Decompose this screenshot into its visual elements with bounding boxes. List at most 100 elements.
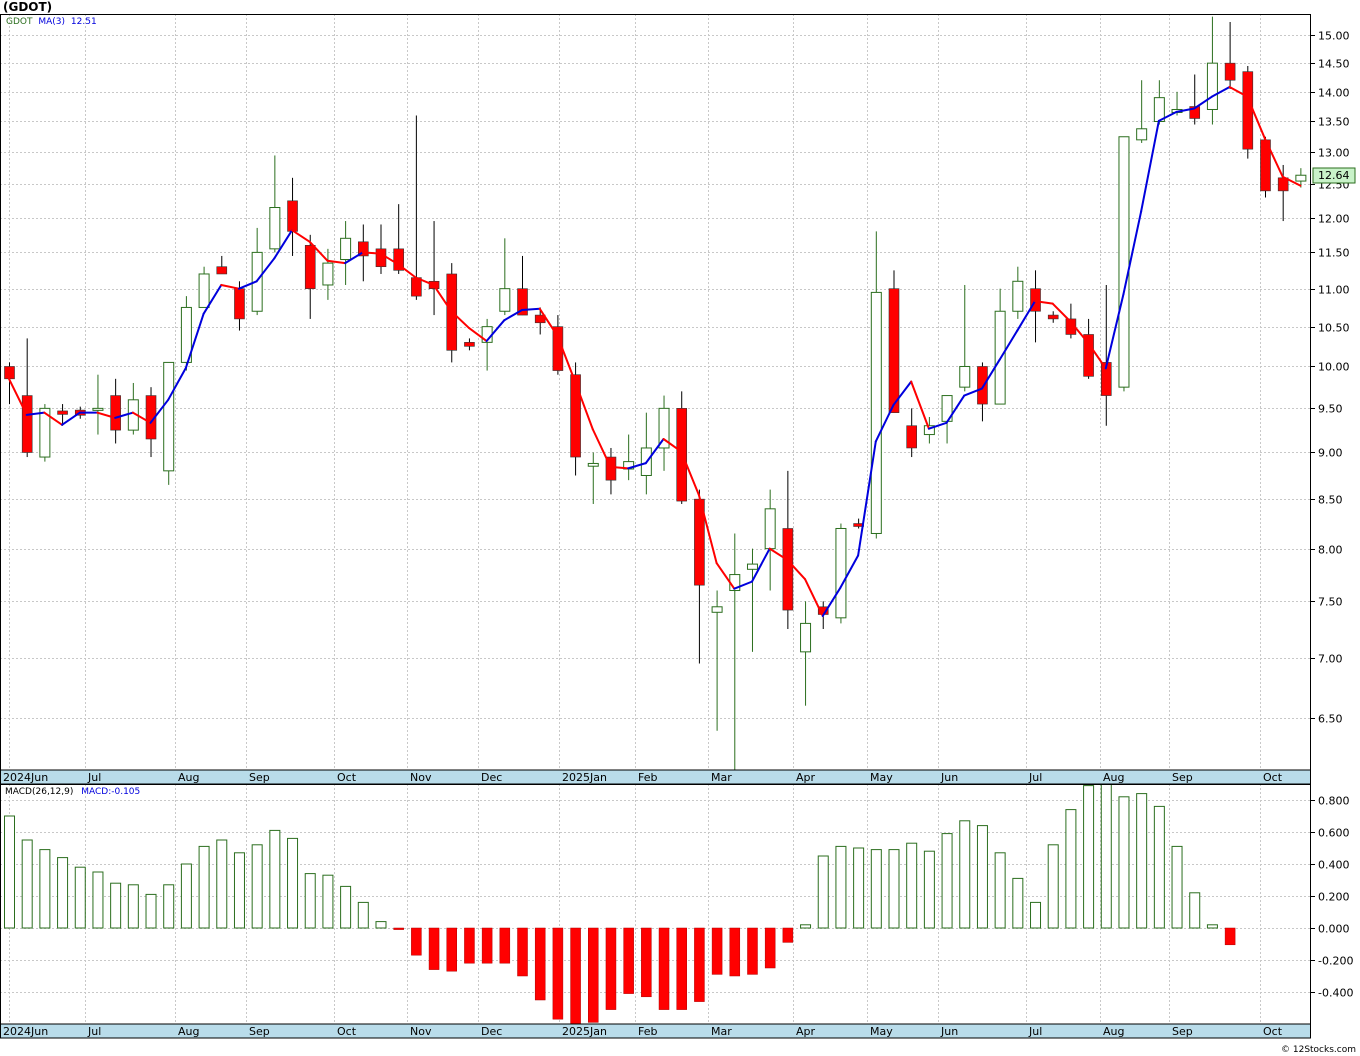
candle-body (1047, 314, 1059, 320)
macd-bar (39, 849, 51, 929)
x-axis-month-label: 2024Jun (3, 771, 48, 784)
macd-bar (658, 927, 670, 1010)
candle-body (163, 361, 175, 472)
x-axis-month-label: Aug (178, 771, 199, 784)
macd-bar (464, 927, 475, 964)
candle-body (1242, 71, 1254, 150)
macd-bar (269, 829, 281, 929)
macd-tick-label: 0.400 (1318, 859, 1350, 872)
macd-bar (110, 882, 122, 929)
candle-body (959, 365, 971, 388)
price-tick-label: 6.50 (1318, 713, 1343, 726)
price-tick-label: 15.00 (1318, 30, 1350, 43)
macd-bar (1153, 805, 1165, 929)
chart-title: (GDOT) (3, 0, 53, 14)
macd-bar (800, 924, 812, 929)
macd-bar (127, 884, 139, 929)
macd-bar (888, 849, 900, 929)
macd-bar (1012, 877, 1024, 929)
price-tick-label: 8.00 (1318, 544, 1343, 557)
macd-tick-label: 0.200 (1318, 891, 1350, 904)
macd-bar (517, 927, 528, 977)
x-axis-month-label: Oct (1263, 771, 1283, 784)
legend-ma-value: 12.51 (70, 17, 97, 27)
candle-body (110, 395, 121, 431)
macd-legend: MACD(26,12,9) MACD:-0.105 (5, 787, 140, 797)
macd-bar (676, 927, 687, 1010)
x-axis-month-label: Aug (178, 1025, 199, 1038)
macd-bar (906, 842, 918, 929)
macd-bar (304, 873, 316, 929)
macd-bar (216, 839, 228, 929)
macd-tick-label: -0.200 (1318, 955, 1353, 968)
macd-bar (605, 927, 617, 1010)
x-axis-month-label: Apr (796, 771, 816, 784)
x-axis-month-label: Sep (249, 771, 270, 784)
macd-bar (1065, 809, 1077, 929)
candle-body (977, 366, 988, 405)
candle-body (570, 374, 581, 458)
candle-body (800, 622, 812, 653)
candle-body (57, 410, 68, 415)
price-legend: GDOT MA(3) 12.51 (6, 17, 97, 27)
macd-bar (287, 837, 299, 929)
ma-segment (910, 380, 930, 430)
macd-bar (180, 863, 192, 929)
macd-tick-label: 0.800 (1318, 795, 1350, 808)
candle-body (1012, 280, 1024, 312)
macd-bar (941, 833, 953, 929)
candle-body (1295, 174, 1307, 182)
candle-body (234, 288, 245, 320)
candle-body (870, 291, 882, 534)
macd-bar (1206, 924, 1218, 929)
macd-bar (1100, 783, 1112, 929)
candle-body (304, 245, 316, 289)
candle-body (746, 563, 758, 570)
x-axis-month-label: Apr (796, 1025, 816, 1038)
macd-histogram (4, 783, 1236, 1026)
x-axis-month-label: Oct (1263, 1025, 1283, 1038)
x-axis-month-label: 2024Jun (3, 1025, 48, 1038)
candle-body (888, 288, 900, 413)
macd-bar (1083, 785, 1095, 929)
macd-bar (1189, 892, 1201, 929)
macd-bar (1171, 845, 1183, 929)
x-axis-month-label: Sep (249, 1025, 270, 1038)
candle-body (322, 262, 334, 286)
macd-bar (747, 927, 758, 975)
price-tick-label: 11.00 (1318, 284, 1350, 297)
x-axis-month-label: Aug (1103, 1025, 1124, 1038)
candle-body (340, 237, 352, 261)
ma-segment (591, 428, 612, 468)
x-axis-month-label: Jun (940, 1025, 958, 1038)
candle-body (21, 395, 33, 453)
macd-bar (340, 885, 352, 929)
candle-body (906, 425, 917, 449)
macd-bar (233, 852, 245, 929)
candle-body (269, 207, 281, 250)
price-tick-label: 7.50 (1318, 596, 1343, 609)
macd-bar (145, 893, 157, 929)
macd-bar (623, 927, 634, 994)
x-axis-month-label: Jul (1028, 771, 1042, 784)
macd-bar (835, 845, 847, 929)
macd-bar (428, 927, 440, 970)
x-axis-month-label: Aug (1103, 771, 1124, 784)
macd-bar (251, 844, 263, 929)
x-axis-month-label: 2025Jan (562, 1025, 607, 1038)
macd-bar (57, 857, 69, 929)
macd-bar (959, 820, 971, 929)
x-axis-month-label: Jun (940, 771, 958, 784)
x-axis-month-label: Sep (1172, 771, 1193, 784)
macd-bar (570, 927, 581, 1026)
macd-bar (4, 815, 15, 929)
x-axis-month-label: Oct (337, 1025, 357, 1038)
candle-body (4, 366, 15, 380)
macd-legend-value: MACD:-0.105 (81, 787, 141, 797)
price-tick-label: 10.00 (1318, 361, 1350, 374)
axes: 15.0014.5014.0013.5013.0012.5012.0011.50… (1310, 30, 1356, 1000)
macd-bar (375, 921, 387, 929)
macd-legend-label: MACD(26,12,9) (5, 787, 74, 797)
macd-bar (817, 855, 829, 929)
price-tick-label: 13.00 (1318, 147, 1350, 160)
